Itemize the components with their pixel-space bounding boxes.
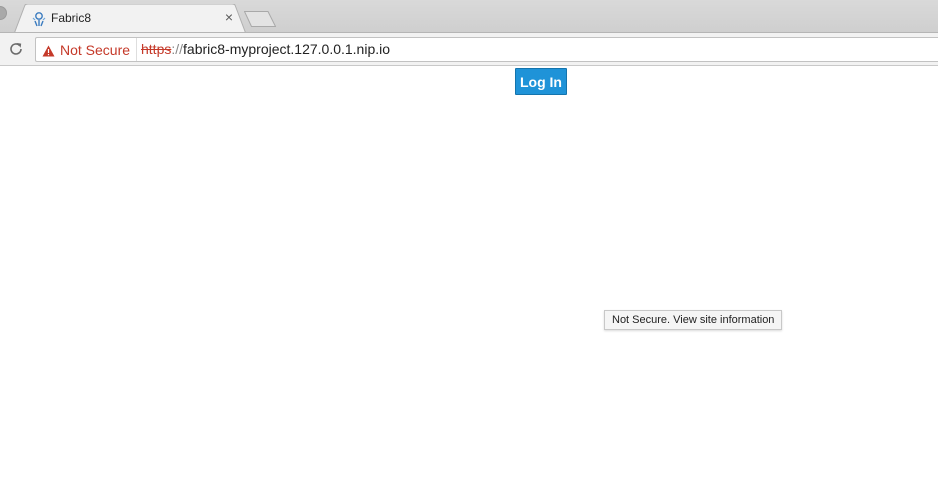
security-tooltip: Not Secure. View site information (604, 310, 783, 330)
url-scheme: https (141, 41, 172, 57)
tab-strip: Fabric8 × (0, 0, 938, 33)
fabric8-favicon-icon (31, 11, 47, 27)
url-separator: :// (171, 41, 184, 57)
login-button[interactable]: Log In (515, 68, 567, 95)
not-secure-label: Not Secure (60, 41, 131, 58)
site-security-chip[interactable]: Not Secure (36, 38, 138, 61)
address-bar[interactable]: Not Secure https://fabric8-myproject.127… (35, 37, 938, 62)
window-control-button[interactable] (0, 6, 7, 20)
new-tab-button[interactable] (243, 11, 277, 27)
reload-icon[interactable] (7, 40, 25, 58)
page-content: Log In Not Secure. View site information (0, 66, 938, 500)
browser-toolbar: Not Secure https://fabric8-myproject.127… (0, 33, 938, 66)
tab-title: Fabric8 (51, 11, 92, 25)
url-host: fabric8-myproject.127.0.0.1.nip.io (183, 41, 391, 57)
close-icon[interactable]: × (222, 10, 236, 24)
url-input[interactable]: https://fabric8-myproject.127.0.0.1.nip.… (141, 41, 390, 57)
tab-background (14, 4, 246, 32)
tab-fabric8[interactable]: Fabric8 × (14, 4, 246, 32)
warning-triangle-icon (42, 44, 55, 56)
